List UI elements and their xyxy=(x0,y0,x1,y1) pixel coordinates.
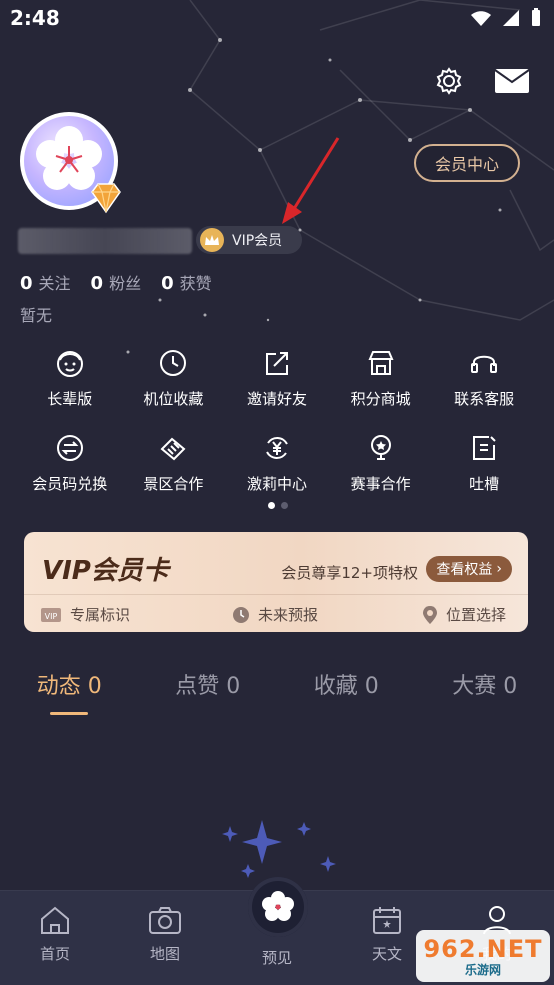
profile-stats: 0 关注 0 粉丝 0 获赞 xyxy=(20,270,212,294)
grid-item-incentive-center[interactable]: 激莉中心 xyxy=(225,433,329,494)
vip-badge[interactable]: VIP会员 xyxy=(196,226,302,254)
camera-icon xyxy=(149,907,181,934)
nav-forecast-label[interactable]: 预见 xyxy=(232,947,322,968)
flower-icon xyxy=(262,891,294,921)
stat-following[interactable]: 0 关注 xyxy=(20,270,71,294)
vip-card-title: VIP会员卡 xyxy=(42,556,169,586)
face-icon xyxy=(56,351,83,377)
vip-card[interactable]: VIP会员卡 会员尊享12+项特权 查看权益 › VIP 专属标识 未来预报 位… xyxy=(24,532,528,632)
stat-fans[interactable]: 0 粉丝 xyxy=(91,270,142,294)
status-bar: 2:48 xyxy=(0,0,554,40)
view-rights-button[interactable]: 查看权益 › xyxy=(426,556,512,582)
grid-item-event-cooperation[interactable]: 赛事合作 xyxy=(329,433,433,494)
stat-likes[interactable]: 0 获赞 xyxy=(161,270,212,294)
yen-cycle-icon xyxy=(266,437,288,459)
tab-dynamics[interactable]: 动态 0 xyxy=(37,668,102,715)
grid-page-indicator xyxy=(268,502,288,509)
tab-underline xyxy=(50,712,89,715)
grid-item-invite-friends[interactable]: 邀请好友 xyxy=(225,348,329,409)
gear-icon[interactable] xyxy=(434,66,464,96)
content-tabs: 动态 0 点赞 0 收藏 0 大赛 0 xyxy=(0,668,554,715)
status-icons xyxy=(470,8,542,28)
calendar-icon xyxy=(373,907,401,934)
chevron-right-icon: › xyxy=(496,561,502,577)
clock-filled-icon xyxy=(233,606,249,623)
vip-card-subtitle: 会员尊享12+项特权 xyxy=(281,564,418,582)
svg-text:VIP: VIP xyxy=(45,612,58,621)
edit-icon xyxy=(473,436,496,460)
clock-icon xyxy=(160,350,187,376)
arrow-annotation xyxy=(282,137,340,224)
store-icon xyxy=(368,351,394,375)
wifi-icon xyxy=(471,11,491,26)
username-blurred xyxy=(18,228,192,254)
home-icon xyxy=(41,906,69,934)
headset-icon xyxy=(471,355,498,373)
feature-location-select: 位置选择 xyxy=(422,604,506,625)
mail-icon[interactable] xyxy=(494,68,530,94)
status-time: 2:48 xyxy=(10,6,60,30)
grid-item-customer-service[interactable]: 联系客服 xyxy=(432,348,536,409)
signature: 暂无 xyxy=(20,306,53,325)
nav-forecast-center[interactable] xyxy=(248,877,308,937)
feature-exclusive-badge: VIP 专属标识 xyxy=(40,604,130,625)
vip-tag-icon: VIP xyxy=(41,607,61,622)
nav-home[interactable]: 首页 xyxy=(10,905,100,964)
grid-item-spot-favorites[interactable]: 机位收藏 xyxy=(122,348,226,409)
member-center-button[interactable]: 会员中心 xyxy=(414,144,520,182)
tab-likes[interactable]: 点赞 0 xyxy=(175,668,240,715)
page-dot-active xyxy=(268,502,275,509)
function-grid: 长辈版 机位收藏 邀请好友 积分商城 联系客服 会员码兑换 景区合作 激莉中心 … xyxy=(18,348,536,494)
tab-contest[interactable]: 大赛 0 xyxy=(452,668,517,715)
tab-favorites[interactable]: 收藏 0 xyxy=(314,668,379,715)
location-pin-icon xyxy=(423,605,437,624)
header-actions xyxy=(434,66,530,96)
grid-item-code-exchange[interactable]: 会员码兑换 xyxy=(18,433,122,494)
page-dot xyxy=(281,502,288,509)
handshake-icon xyxy=(160,437,186,461)
diamond-icon xyxy=(91,183,121,214)
nav-map[interactable]: 地图 xyxy=(120,905,210,964)
crown-icon xyxy=(200,228,224,252)
battery-icon xyxy=(532,8,540,26)
vip-badge-label: VIP会员 xyxy=(232,233,283,249)
feature-future-forecast: 未来预报 xyxy=(232,604,318,625)
exchange-icon xyxy=(56,435,83,461)
share-icon xyxy=(265,352,288,375)
trophy-icon xyxy=(370,435,391,460)
grid-item-points-mall[interactable]: 积分商城 xyxy=(329,348,433,409)
grid-item-feedback[interactable]: 吐槽 xyxy=(432,433,536,494)
grid-item-elder-mode[interactable]: 长辈版 xyxy=(18,348,122,409)
watermark-logo: 962.NET 乐游网 xyxy=(416,930,550,982)
grid-item-scenic-cooperation[interactable]: 景区合作 xyxy=(122,433,226,494)
signal-icon xyxy=(503,10,519,26)
